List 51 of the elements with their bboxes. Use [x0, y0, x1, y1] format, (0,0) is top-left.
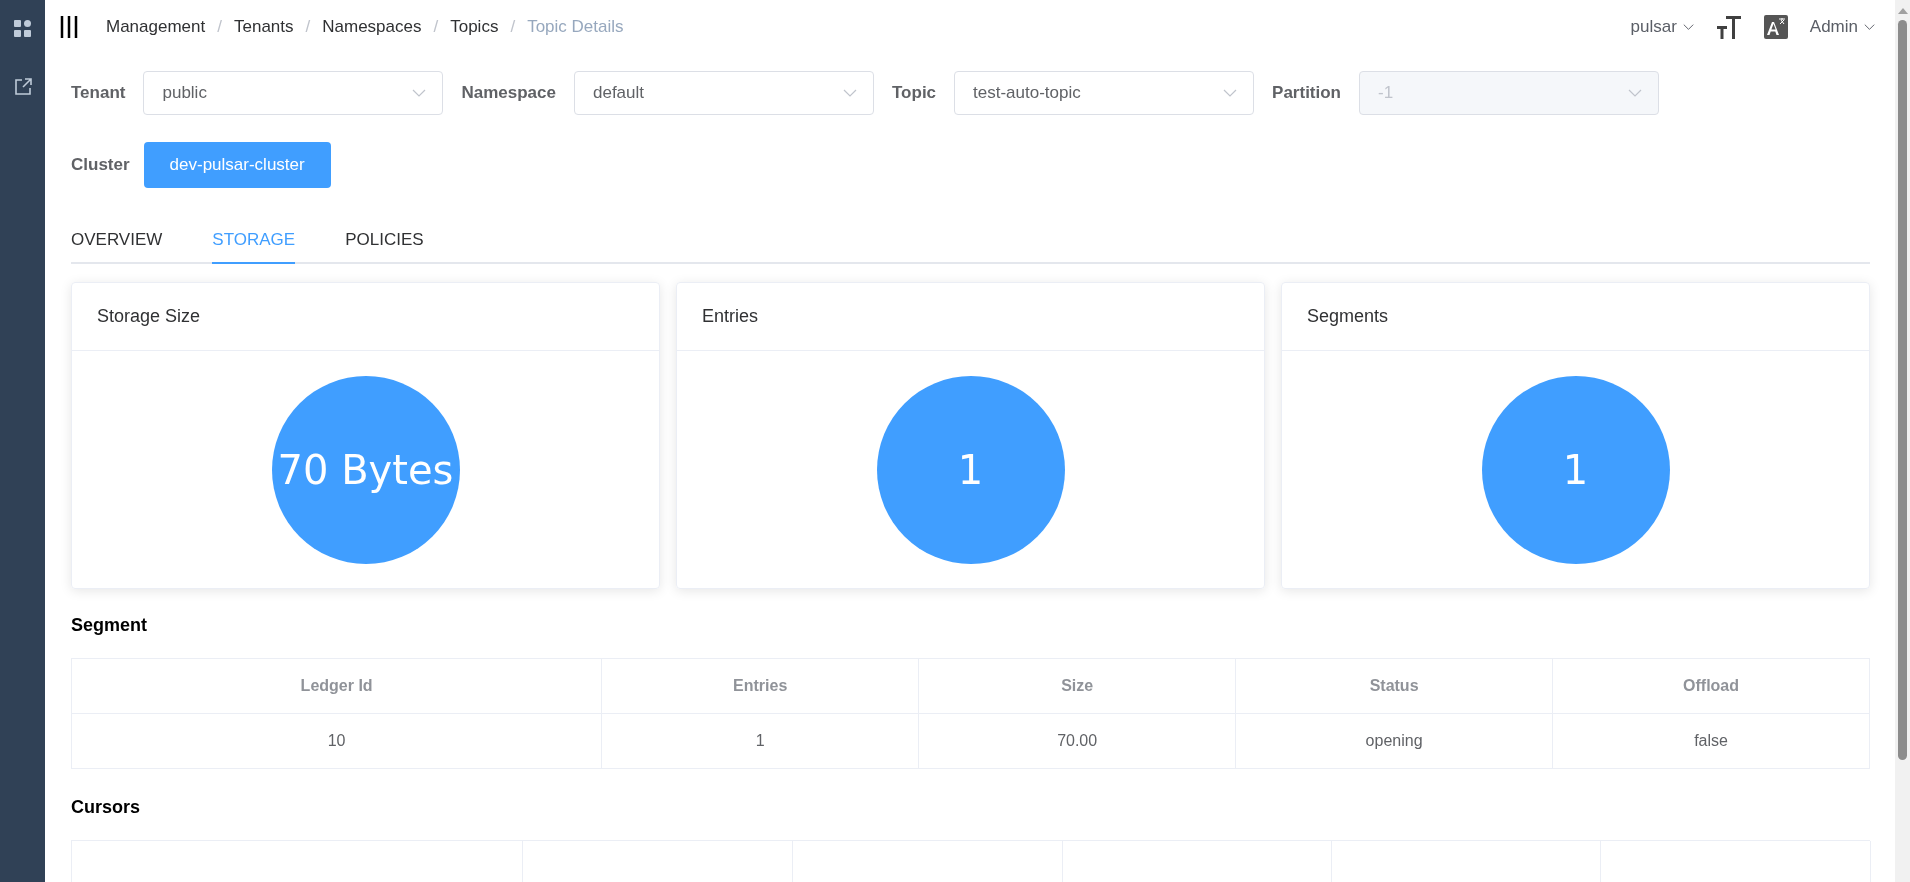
chevron-down-icon — [1628, 89, 1642, 97]
tab[interactable]: OVERVIEW — [71, 220, 163, 264]
card-title: Entries — [677, 283, 1264, 351]
select-field[interactable]: test-auto-topic — [954, 71, 1255, 115]
column-header: Size — [919, 659, 1237, 714]
filter-label: Topic — [892, 83, 937, 103]
select-field[interactable]: public — [143, 71, 444, 115]
stat-value: 1 — [876, 375, 1065, 564]
table-cell: 1 — [602, 714, 920, 769]
column-header: Status — [1236, 659, 1554, 714]
translate-icon[interactable] — [1763, 15, 1788, 39]
table-cell: opening — [1236, 714, 1554, 769]
breadcrumb-separator: / — [217, 17, 222, 37]
chevron-down-icon — [1223, 89, 1238, 97]
card-title: Storage Size — [72, 283, 659, 351]
chevron-down-icon — [1682, 23, 1694, 31]
filter-label: Namespace — [461, 83, 556, 103]
section-title: Segment — [71, 615, 149, 636]
breadcrumb-item[interactable]: Management — [106, 17, 206, 37]
filter-label: Partition — [1272, 83, 1341, 103]
section-title: Cursors — [71, 797, 142, 818]
card-title: Segments — [1282, 283, 1869, 351]
breadcrumb-separator: / — [433, 17, 439, 37]
grid-icon[interactable] — [13, 20, 32, 38]
breadcrumb-item[interactable]: Topics — [450, 17, 499, 37]
cluster-label: Cluster — [71, 155, 130, 175]
user-dropdown[interactable]: Admin — [1809, 17, 1875, 37]
breadcrumb-item: Topic Details — [527, 17, 624, 37]
cluster-dropdown[interactable]: pulsar — [1630, 17, 1694, 37]
scrollbar-thumb[interactable] — [1898, 20, 1907, 760]
table-cell: 10 — [72, 714, 603, 769]
column-header: Entries — [602, 659, 920, 714]
breadcrumb-separator: / — [510, 17, 516, 37]
stat-value: 70 Bytes — [271, 375, 460, 564]
breadcrumb-item[interactable]: Namespaces — [322, 17, 422, 37]
font-size-icon[interactable] — [1715, 14, 1742, 40]
external-link-icon[interactable] — [13, 78, 32, 96]
chevron-down-icon — [843, 89, 857, 97]
breadcrumb-separator: / — [305, 17, 311, 37]
menu-icon[interactable] — [60, 15, 78, 39]
select-field[interactable]: default — [574, 71, 874, 115]
filter-label: Tenant — [71, 83, 126, 103]
chevron-down-icon — [412, 89, 427, 97]
stat-value: 1 — [1481, 375, 1670, 564]
column-header: Offload — [1553, 659, 1870, 714]
table-cell: 70.00 — [919, 714, 1237, 769]
column-header: Ledger Id — [72, 659, 603, 714]
breadcrumb-item[interactable]: Tenants — [233, 17, 294, 37]
tab[interactable]: POLICIES — [345, 220, 424, 264]
chevron-down-icon — [1864, 23, 1875, 31]
table-cell: false — [1553, 714, 1870, 769]
